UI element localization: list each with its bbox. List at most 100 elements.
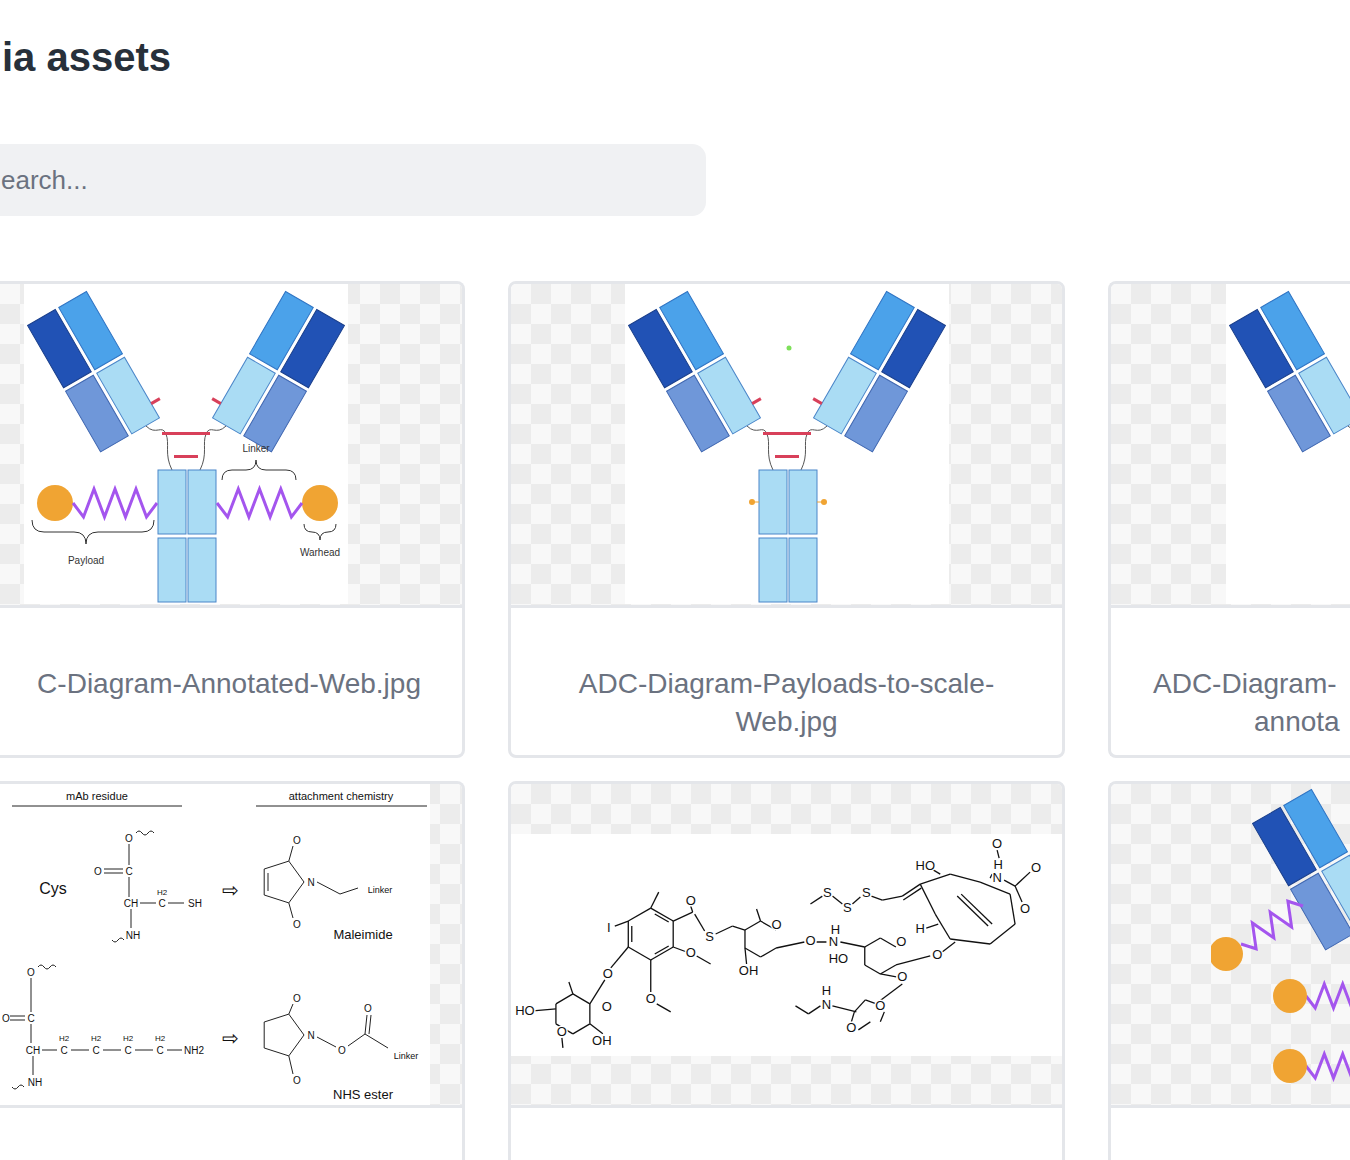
atom-label: HO [829,951,848,966]
chemistry-label: mAb residue [66,790,128,802]
antibody-diagram: Linker Payload Warhead [24,284,348,604]
linker-label: Linker [242,443,270,454]
chemistry-label: O [293,919,301,930]
atom-label: O [846,1020,856,1035]
chemistry-label: C [125,866,132,877]
asset-card[interactable] [1108,781,1350,1160]
atom-label: S [862,884,871,899]
chemistry-label: ⇨ [222,1027,239,1049]
chemistry-label: H2 [123,1034,134,1043]
atom-label: I [607,919,611,934]
chemistry-label: C [158,898,165,909]
caption-line: ADC-Diagram- [1153,665,1337,703]
antibody-diagram [1226,284,1350,604]
atom-label: O [686,892,696,907]
asset-preview: mAb residueattachment chemistryCysOOCH2C… [0,784,462,1105]
chemistry-label: Maleimide [333,927,392,942]
atom-label: O [686,945,696,960]
chemistry-label: O [338,1045,346,1056]
asset-preview [1111,784,1350,1105]
asset-preview: Linker Payload Warhead [0,284,462,605]
atom-label: H [916,920,925,935]
atom-label: OH [592,1033,611,1048]
atom-label: S [823,884,832,899]
atom-label: O [932,947,942,962]
asset-caption: ADC-Diagram-Payloads-to-scale-Web.jpg [511,605,1062,755]
asset-caption: ADC-Diagram-annota [1111,605,1350,755]
chemistry-label: Linker [394,1051,419,1061]
chemistry-label: O [293,993,301,1004]
chemistry-label: N [307,877,314,888]
media-assets-page: ia assets Linker Payload Warhead C-Diagram-A… [0,0,1350,1160]
antibody-arm [1253,784,1350,949]
chemistry-label: CH [124,898,138,909]
chemistry-label: O [27,967,35,978]
caption-line: C-Diagram-Annotated-Web.jpg [37,665,421,703]
atom-label: HO [515,1003,534,1018]
chemistry-label: C [27,1013,34,1024]
chemical-structure: IOSOOHOHNHOOOOHNOOOOOHOOOOHSSSHOOHNOOH [511,834,1062,1056]
chemistry-label: NHS ester [333,1087,394,1102]
atom-label: H [822,983,831,998]
asset-card[interactable]: ADC-Diagram-annota [1108,281,1350,758]
atom-label: S [705,928,714,943]
chemistry-label: SH [188,898,202,909]
atom-label: N [822,997,831,1012]
atom-label: HO [916,857,935,872]
chemistry-label: O [2,1013,10,1024]
antibody-diagram [625,284,949,604]
chemistry-label: C [92,1045,99,1056]
atom-label: O [646,991,656,1006]
chemistry-label: O [293,1075,301,1086]
chemistry-label: Cys [39,880,67,897]
chemistry-label: H2 [155,1034,166,1043]
asset-card[interactable]: ADC-Diagram-Payloads-to-scale-Web.jpg [508,281,1065,758]
atom-label: OH [739,963,758,978]
atom-label: O [771,916,781,931]
asset-card[interactable]: Linker Payload Warhead C-Diagram-Annotated-… [0,281,465,758]
chemistry-label: NH [28,1077,42,1088]
atom-label: O [896,934,906,949]
asset-caption [0,1105,462,1160]
chemistry-label: O [364,1003,372,1014]
asset-caption [511,1105,1062,1160]
chemistry-label: attachment chemistry [289,790,394,802]
payload-label: Payload [68,555,104,566]
caption-line: annota [1153,703,1340,741]
page-title: ia assets [0,0,1350,81]
warhead-label: Warhead [300,547,340,558]
antibody-payloads-diagram [1211,784,1350,1105]
asset-preview: IOSOOHOHNHOOOOHNOOOOOHOOOOHSSSHOOHNOOH [511,784,1062,1105]
atom-label: O [992,835,1002,850]
atom-label: O [1031,859,1041,874]
atom-label: O [875,998,885,1013]
chemistry-label: O [125,833,133,844]
atom-label: N [829,934,838,949]
atom-label: O [602,999,612,1014]
antibody-arm [1230,286,1350,451]
chemistry-label: H2 [91,1034,102,1043]
asset-card[interactable]: IOSOOHOHNHOOOOHNOOOOOHOOOOHSSSHOOHNOOH [508,781,1065,1160]
chemistry-label: H2 [157,888,168,897]
atom-label: N [992,869,1001,884]
chemistry-label: CH [26,1045,40,1056]
atom-label: S [843,899,852,914]
caption-line: ADC-Diagram-Payloads-to-scale- [579,665,994,703]
chemistry-label: NH2 [184,1045,204,1056]
chemistry-label: H2 [59,1034,70,1043]
asset-grid: Linker Payload Warhead C-Diagram-Annotated-… [0,281,1350,1160]
asset-preview [1111,284,1350,605]
search-input[interactable] [0,144,706,216]
atom-label: O [897,969,907,984]
search-bar [0,144,706,216]
chemistry-label: ⇨ [222,879,239,901]
attachment-chemistry-diagram: mAb residueattachment chemistryCysOOCH2C… [0,784,430,1105]
chemistry-label: C [60,1045,67,1056]
asset-card[interactable]: mAb residueattachment chemistryCysOOCH2C… [0,781,465,1160]
atom-label: O [805,933,815,948]
chemistry-label: NH [126,930,140,941]
chemistry-label: Linker [368,885,393,895]
chemistry-label: C [124,1045,131,1056]
atom-label: O [603,966,613,981]
atom-label: O [557,1024,567,1039]
